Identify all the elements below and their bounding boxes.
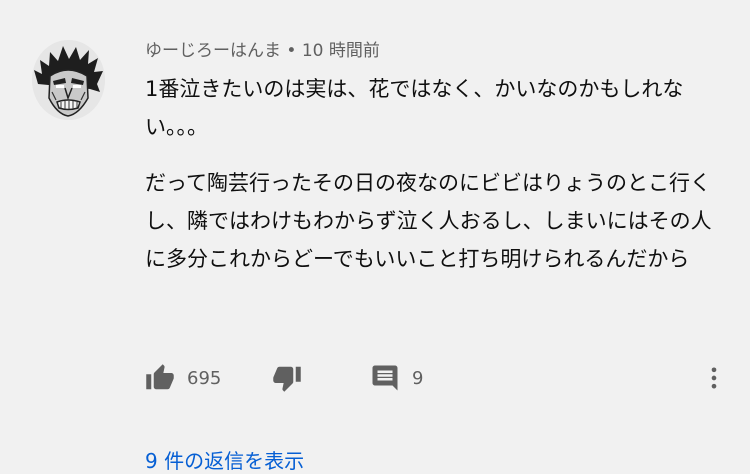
like-count: 695: [187, 367, 222, 389]
reply-count: 9: [412, 367, 424, 389]
avatar-image: [32, 40, 105, 120]
dislike-button[interactable]: [272, 358, 302, 398]
meta-separator: •: [286, 41, 297, 61]
comment-text: 1番泣きたいのは実は、花ではなく、かいなのかもしれない。。。 だって陶芸行ったそ…: [145, 70, 725, 278]
thumbs-up-icon: [146, 364, 174, 390]
comment-header: ゆーじろーはんま • 10 時間前: [145, 39, 380, 63]
more-vert-icon: [711, 367, 717, 389]
reply-button[interactable]: 9: [370, 358, 423, 398]
thumbs-down-icon: [273, 366, 301, 392]
comment-paragraph: だって陶芸行ったその日の夜なのにビビはりょうのとこ行くし、隣ではわけもわからず泣…: [145, 171, 712, 271]
more-options-button[interactable]: [700, 358, 728, 398]
comment-icon: [372, 365, 398, 391]
avatar[interactable]: [32, 40, 105, 120]
author-name[interactable]: ゆーじろーはんま: [145, 41, 281, 61]
like-button[interactable]: 695: [145, 358, 221, 398]
view-replies-link[interactable]: 9 件の返信を表示: [145, 445, 304, 474]
comment-actions: 695 9: [0, 358, 750, 398]
comment-paragraph: 1番泣きたいのは実は、花ではなく、かいなのかもしれない。。。: [145, 77, 684, 139]
comment-time[interactable]: 10 時間前: [302, 41, 380, 61]
